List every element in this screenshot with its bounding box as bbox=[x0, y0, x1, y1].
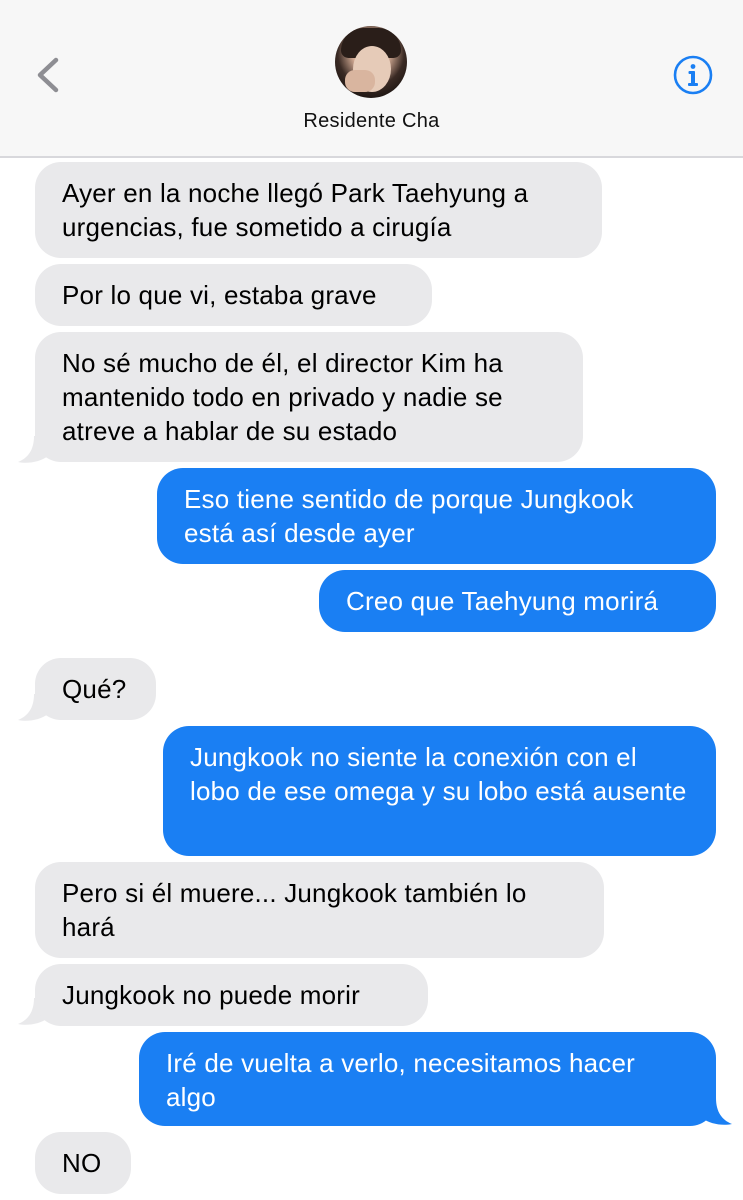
message-text: Eso tiene sentido de porque Jungkook est… bbox=[184, 484, 634, 548]
message-text: Iré de vuelta a verlo, necesitamos hacer… bbox=[166, 1048, 636, 1112]
message-text: Pero si él muere... Jungkook también lo … bbox=[62, 878, 527, 942]
message-text: NO bbox=[62, 1148, 102, 1178]
message-text: Qué? bbox=[62, 674, 127, 704]
message-text: Jungkook no puede morir bbox=[62, 980, 361, 1010]
message-bubble-incoming[interactable]: NO bbox=[35, 1132, 131, 1194]
message-text: No sé mucho de él, el director Kim ha ma… bbox=[62, 348, 503, 446]
message-bubble-outgoing[interactable]: Creo que Taehyung morirá bbox=[319, 570, 716, 632]
message-bubble-incoming[interactable]: Jungkook no puede morir bbox=[35, 964, 428, 1026]
contact-name[interactable]: Residente Cha bbox=[0, 110, 743, 133]
message-bubble-incoming[interactable]: Por lo que vi, estaba grave bbox=[35, 264, 432, 326]
message-bubble-incoming[interactable]: Ayer en la noche llegó Park Taehyung a u… bbox=[35, 162, 602, 258]
conversation-header: Residente Cha bbox=[0, 0, 743, 158]
message-text: Creo que Taehyung morirá bbox=[346, 586, 659, 616]
message-text: Jungkook no siente la conexión con el lo… bbox=[190, 742, 687, 806]
info-circle-icon bbox=[673, 55, 713, 95]
message-text: Ayer en la noche llegó Park Taehyung a u… bbox=[62, 178, 529, 242]
message-text: Por lo que vi, estaba grave bbox=[62, 280, 377, 310]
message-bubble-incoming[interactable]: Pero si él muere... Jungkook también lo … bbox=[35, 862, 604, 958]
contact-avatar[interactable] bbox=[335, 26, 407, 98]
back-button[interactable] bbox=[28, 52, 68, 98]
info-button[interactable] bbox=[672, 54, 714, 96]
message-bubble-outgoing[interactable]: Eso tiene sentido de porque Jungkook est… bbox=[157, 468, 716, 564]
message-bubble-incoming[interactable]: Qué? bbox=[35, 658, 156, 720]
chevron-left-icon bbox=[37, 57, 59, 93]
message-bubble-incoming[interactable]: No sé mucho de él, el director Kim ha ma… bbox=[35, 332, 583, 462]
message-bubble-outgoing[interactable]: Iré de vuelta a verlo, necesitamos hacer… bbox=[139, 1032, 716, 1126]
message-bubble-outgoing[interactable]: Jungkook no siente la conexión con el lo… bbox=[163, 726, 716, 856]
